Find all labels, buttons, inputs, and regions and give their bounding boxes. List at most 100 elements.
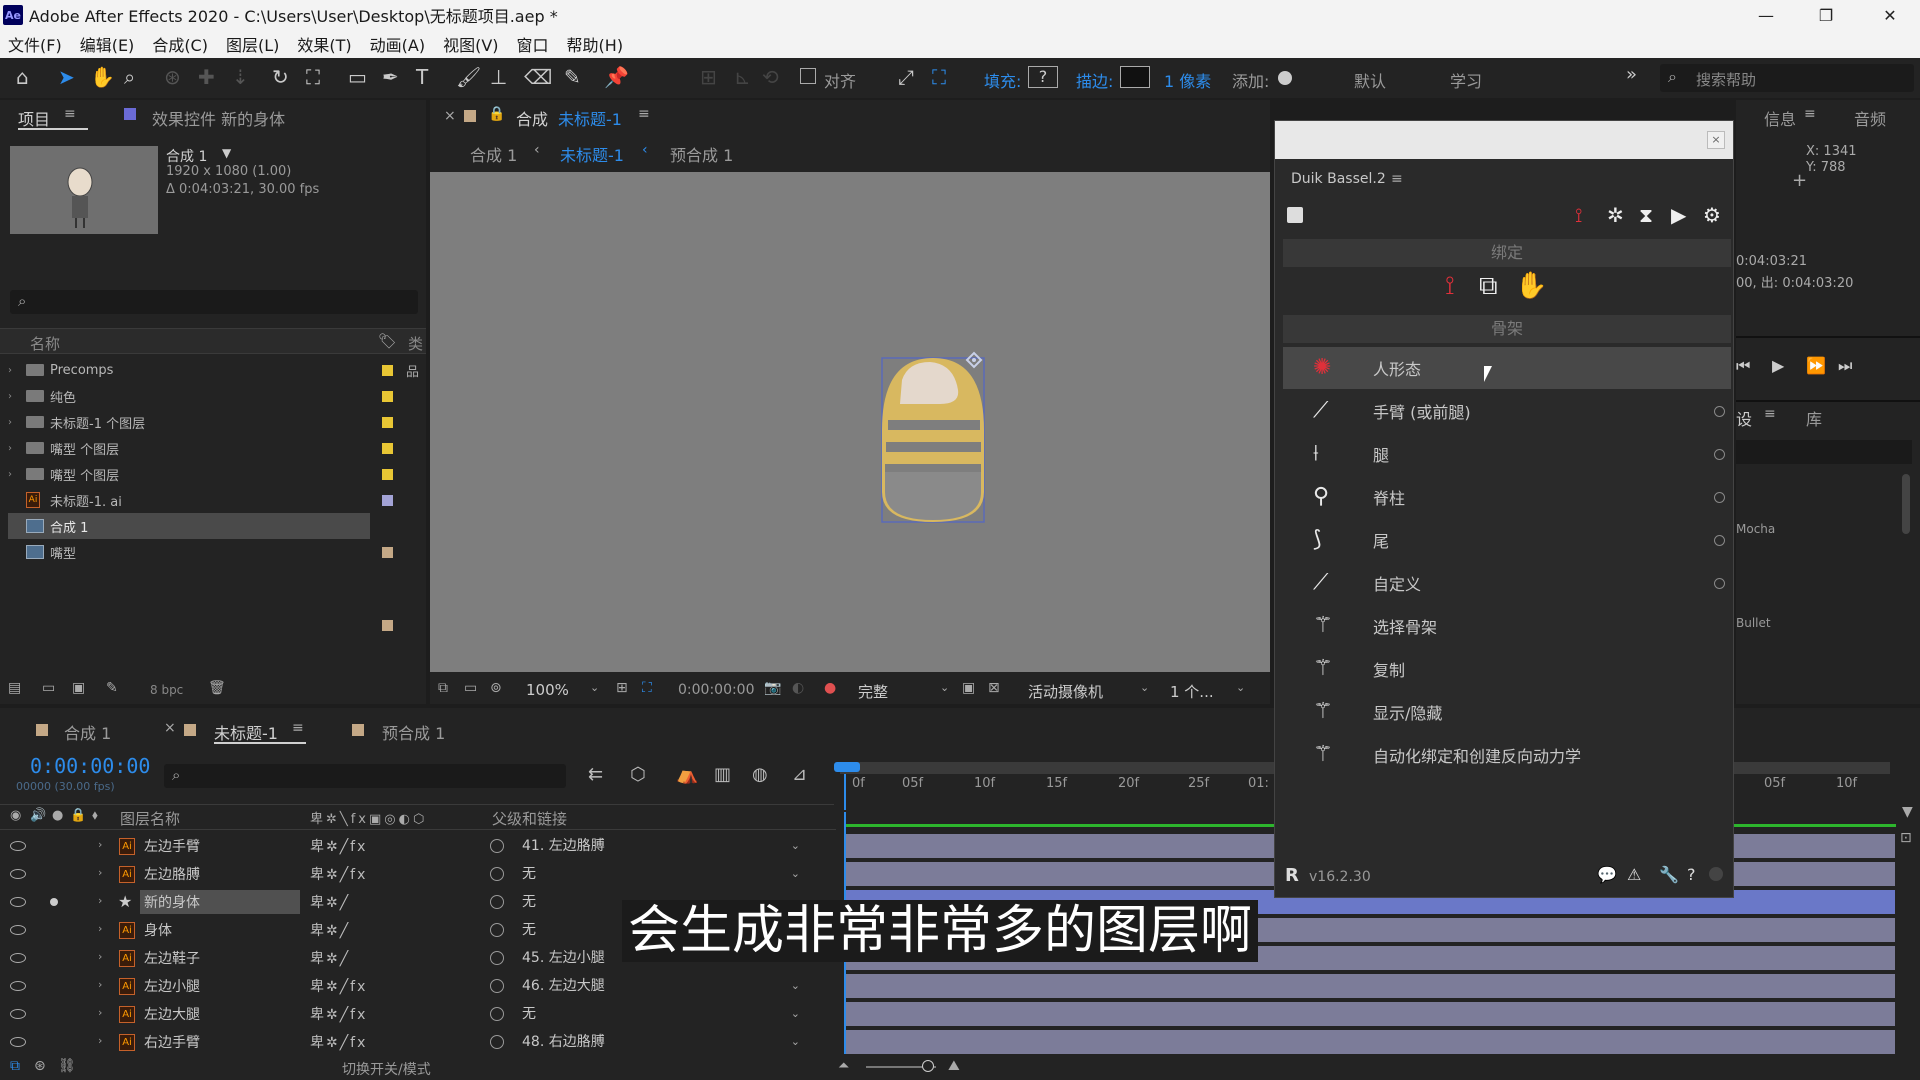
zoom-out-icon[interactable]: ⏶ — [838, 1058, 849, 1074]
breadcrumb-current[interactable]: 未标题-1 — [560, 142, 624, 166]
solo-icon[interactable]: ● — [52, 808, 63, 823]
camera-dropdown[interactable]: 活动摄像机 — [1028, 681, 1103, 702]
menu-file[interactable]: 文件(F) — [8, 32, 62, 56]
close-tab-icon[interactable]: × — [164, 720, 176, 736]
comp-menu-icon[interactable]: ≡ — [638, 106, 650, 122]
region-of-interest-icon[interactable]: ▣ — [962, 680, 975, 696]
align-checkbox[interactable] — [800, 68, 816, 84]
always-preview-icon[interactable]: ⧉ — [438, 680, 448, 696]
play-icon[interactable]: ▶ — [1772, 356, 1784, 375]
layer-switches[interactable]: 卑✲╱fx — [310, 836, 367, 856]
audio-switch-icon[interactable]: 🔊 — [30, 808, 46, 823]
parent-dropdown[interactable]: 41. 左边胳膊 ⌄ — [518, 835, 804, 857]
duik-armature-item[interactable]: ⟋ 自定义 — [1283, 562, 1731, 604]
new-comp-icon[interactable]: ▣ — [72, 680, 85, 696]
comp-mini-flowchart-icon[interactable]: ⇇ — [588, 764, 603, 785]
layer-duration-bar[interactable] — [845, 1030, 1895, 1054]
timeline-menu-icon[interactable]: ≡ — [292, 720, 304, 736]
duik-close-button[interactable]: × — [1707, 131, 1725, 149]
expand-arrow-icon[interactable]: › — [8, 365, 26, 376]
tab-effect-controls[interactable]: 效果控件 新的身体 — [152, 106, 285, 130]
chevron-down-icon[interactable]: ▼ — [1902, 804, 1913, 820]
eye-icon[interactable] — [10, 981, 26, 991]
layer-name[interactable]: 左边大腿 — [144, 1004, 200, 1024]
duik-armature-item[interactable]: ⚚ 复制 — [1283, 648, 1731, 690]
mask-visibility-icon[interactable]: ⊚ — [490, 680, 502, 696]
minimize-button[interactable]: — — [1736, 0, 1796, 30]
duik-animation-icon[interactable]: ⧗ — [1639, 203, 1653, 227]
brush-tool-icon[interactable]: 🖌 — [456, 66, 481, 88]
layer-switches[interactable]: 卑✲╱ — [310, 920, 350, 940]
layer-name[interactable]: 左边小腿 — [144, 976, 200, 996]
first-frame-icon[interactable]: ⏮ — [1736, 356, 1750, 376]
fit-icon[interactable]: ⊞ — [616, 680, 628, 696]
layer-search-input[interactable]: ⌕ — [164, 764, 566, 788]
bit-depth-button[interactable]: 8 bpc — [150, 683, 183, 697]
toggle-switches-modes[interactable]: 切换开关/模式 — [342, 1059, 431, 1079]
duik-help-icon[interactable]: ? — [1687, 865, 1696, 884]
duik-camera-icon[interactable]: ▶ — [1671, 203, 1686, 227]
stroke-width[interactable]: 1 像素 — [1164, 68, 1211, 92]
eye-icon[interactable] — [10, 897, 26, 907]
rotate-tool-icon[interactable]: ↻ — [272, 66, 289, 88]
layer-duration-bar[interactable] — [845, 1002, 1895, 1026]
transparency-grid-icon[interactable]: ⛶ — [642, 680, 652, 696]
timeline-layer-row[interactable]: › Ai 左边小腿 卑✲╱fx 46. 左边大腿 ⌄ — [0, 972, 836, 1000]
duik-links-icon[interactable]: ⧉ — [1479, 271, 1498, 302]
pick-whip-icon[interactable] — [490, 839, 504, 853]
label-swatch[interactable] — [382, 620, 393, 631]
options-toggle-icon[interactable] — [1714, 406, 1725, 417]
menu-layer[interactable]: 图层(L) — [226, 32, 279, 56]
time-zoom-handle[interactable] — [922, 1060, 934, 1072]
project-item-selected[interactable]: 合成 1 — [8, 513, 370, 539]
presets-menu-icon[interactable]: ≡ — [1764, 406, 1776, 422]
close-window-button[interactable]: ✕ — [1860, 0, 1920, 30]
tab-info[interactable]: 信息 — [1764, 106, 1796, 130]
layer-name[interactable]: 新的身体 — [144, 892, 200, 912]
tab-effects-presets[interactable]: 设 — [1736, 406, 1752, 430]
duik-armature-item[interactable]: ⟆ 尾 — [1283, 519, 1731, 561]
parent-dropdown[interactable]: 无⌄ — [518, 863, 804, 885]
snap-icon[interactable]: ⤢ — [898, 66, 914, 88]
label-swatch[interactable] — [382, 442, 393, 454]
close-tab-icon[interactable]: × — [444, 108, 456, 124]
duik-rigging-icon[interactable]: ⟟ — [1575, 203, 1582, 227]
draft-3d-icon[interactable]: ⬡ — [630, 764, 646, 785]
help-search-input[interactable]: ⌕ 搜索帮助 — [1660, 64, 1914, 92]
expand-arrow-icon[interactable]: › — [98, 978, 102, 991]
project-menu-icon[interactable]: ≡ — [64, 106, 76, 122]
interpret-footage-icon[interactable]: ▤ — [8, 680, 21, 696]
eye-icon[interactable] — [10, 953, 26, 963]
chevron-down-icon[interactable]: ⌄ — [1236, 681, 1245, 694]
local-axis-icon[interactable]: ⊞ — [700, 66, 717, 88]
timeline-tab-precomp[interactable]: 预合成 1 — [382, 720, 445, 744]
pick-whip-icon[interactable] — [490, 1007, 504, 1021]
zoom-dropdown[interactable]: 100% — [526, 681, 569, 699]
pick-whip-icon[interactable] — [490, 951, 504, 965]
layer-switches[interactable]: 卑✲╱ — [310, 948, 350, 968]
restore-button[interactable]: ❐ — [1796, 0, 1856, 30]
duik-bug-report-icon[interactable]: ⚠ — [1627, 865, 1641, 884]
resolution-dropdown[interactable]: 完整 — [858, 681, 888, 702]
project-item[interactable]: › 嘴型 个图层 — [8, 461, 393, 487]
zoom-tool-icon[interactable]: ⌕ — [124, 66, 135, 88]
timeline-layer-row[interactable]: › Ai 右边手臂 卑✲╱fx 48. 右边胳膊 ⌄ — [0, 1028, 836, 1056]
puppet-pin-tool-icon[interactable]: 📌 — [604, 66, 629, 88]
chevron-down-icon[interactable]: ⌄ — [940, 681, 949, 694]
next-frame-icon[interactable]: ⏩ — [1806, 356, 1826, 375]
timeline-layer-row[interactable]: › Ai 左边大腿 卑✲╱fx 无 ⌄ — [0, 1000, 836, 1028]
effect-category-mocha[interactable]: Mocha — [1736, 522, 1775, 536]
chevron-down-icon[interactable]: ⌄ — [1140, 681, 1149, 694]
workspace-overflow-icon[interactable]: » — [1626, 64, 1637, 85]
label-swatch[interactable] — [382, 468, 393, 480]
composition-canvas[interactable] — [430, 172, 1270, 672]
expand-arrow-icon[interactable]: › — [98, 950, 102, 963]
label-column-icon[interactable]: ⬧ — [92, 808, 98, 823]
roto-brush-tool-icon[interactable]: ✎ — [564, 66, 581, 88]
comp-tab-name[interactable]: 未标题-1 — [558, 106, 622, 130]
project-item[interactable]: › 嘴型 个图层 — [8, 435, 393, 461]
eye-icon[interactable] — [10, 1009, 26, 1019]
stroke-swatch[interactable] — [1120, 66, 1150, 88]
world-axis-icon[interactable]: ⊾ — [734, 66, 751, 88]
parent-dropdown[interactable]: 无⌄ — [518, 1003, 804, 1025]
